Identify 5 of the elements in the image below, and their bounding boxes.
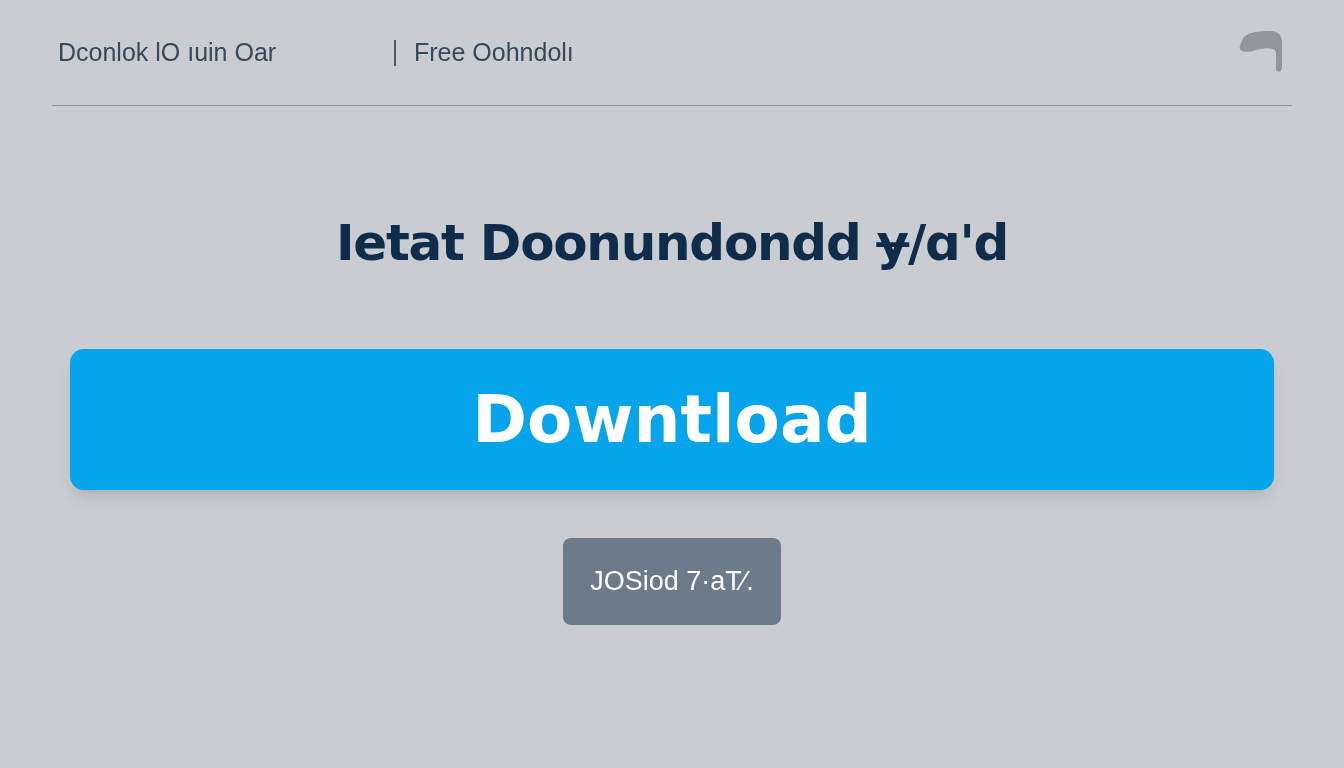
- secondary-button[interactable]: JOSiod 7·aT⁄.: [563, 538, 781, 625]
- download-button[interactable]: Downtload: [70, 349, 1274, 490]
- page-heading: Ietat Doonundondd ɏ/ɑ'd: [335, 213, 1009, 274]
- header-title: Dconlok lO ıuin Oar: [58, 36, 278, 68]
- header-subtitle: Free Oohndolı: [414, 36, 574, 68]
